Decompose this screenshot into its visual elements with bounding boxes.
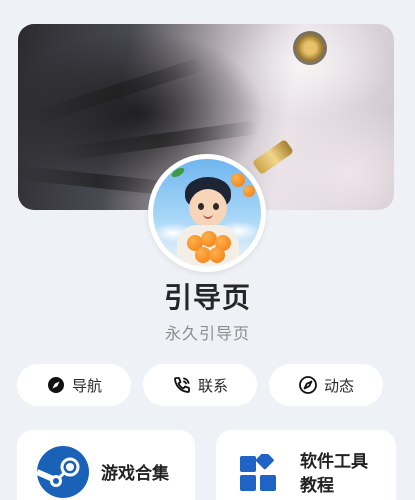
nav-button[interactable]: 导航 <box>17 364 131 406</box>
compass-icon <box>46 375 66 395</box>
game-collection-label: 游戏合集 <box>101 464 169 484</box>
app-grid-icon <box>240 451 278 492</box>
page-subtitle: 永久引导页 <box>164 324 250 343</box>
avatar <box>148 154 266 272</box>
contact-button-label: 联系 <box>197 376 228 395</box>
dynamic-compass-icon <box>298 375 318 395</box>
software-tutorial-card[interactable]: 软件工具教程 <box>216 430 396 500</box>
phone-icon <box>172 375 192 395</box>
page-title: 引导页 <box>163 281 251 314</box>
nav-button-label: 导航 <box>71 376 102 395</box>
steam-icon <box>35 446 89 498</box>
game-collection-card[interactable]: 游戏合集 <box>17 430 195 500</box>
dynamic-button-label: 动态 <box>323 376 354 395</box>
dynamic-button[interactable]: 动态 <box>269 364 383 406</box>
contact-button[interactable]: 联系 <box>143 364 257 406</box>
software-tutorial-label: 软件工具教程 <box>300 452 368 496</box>
